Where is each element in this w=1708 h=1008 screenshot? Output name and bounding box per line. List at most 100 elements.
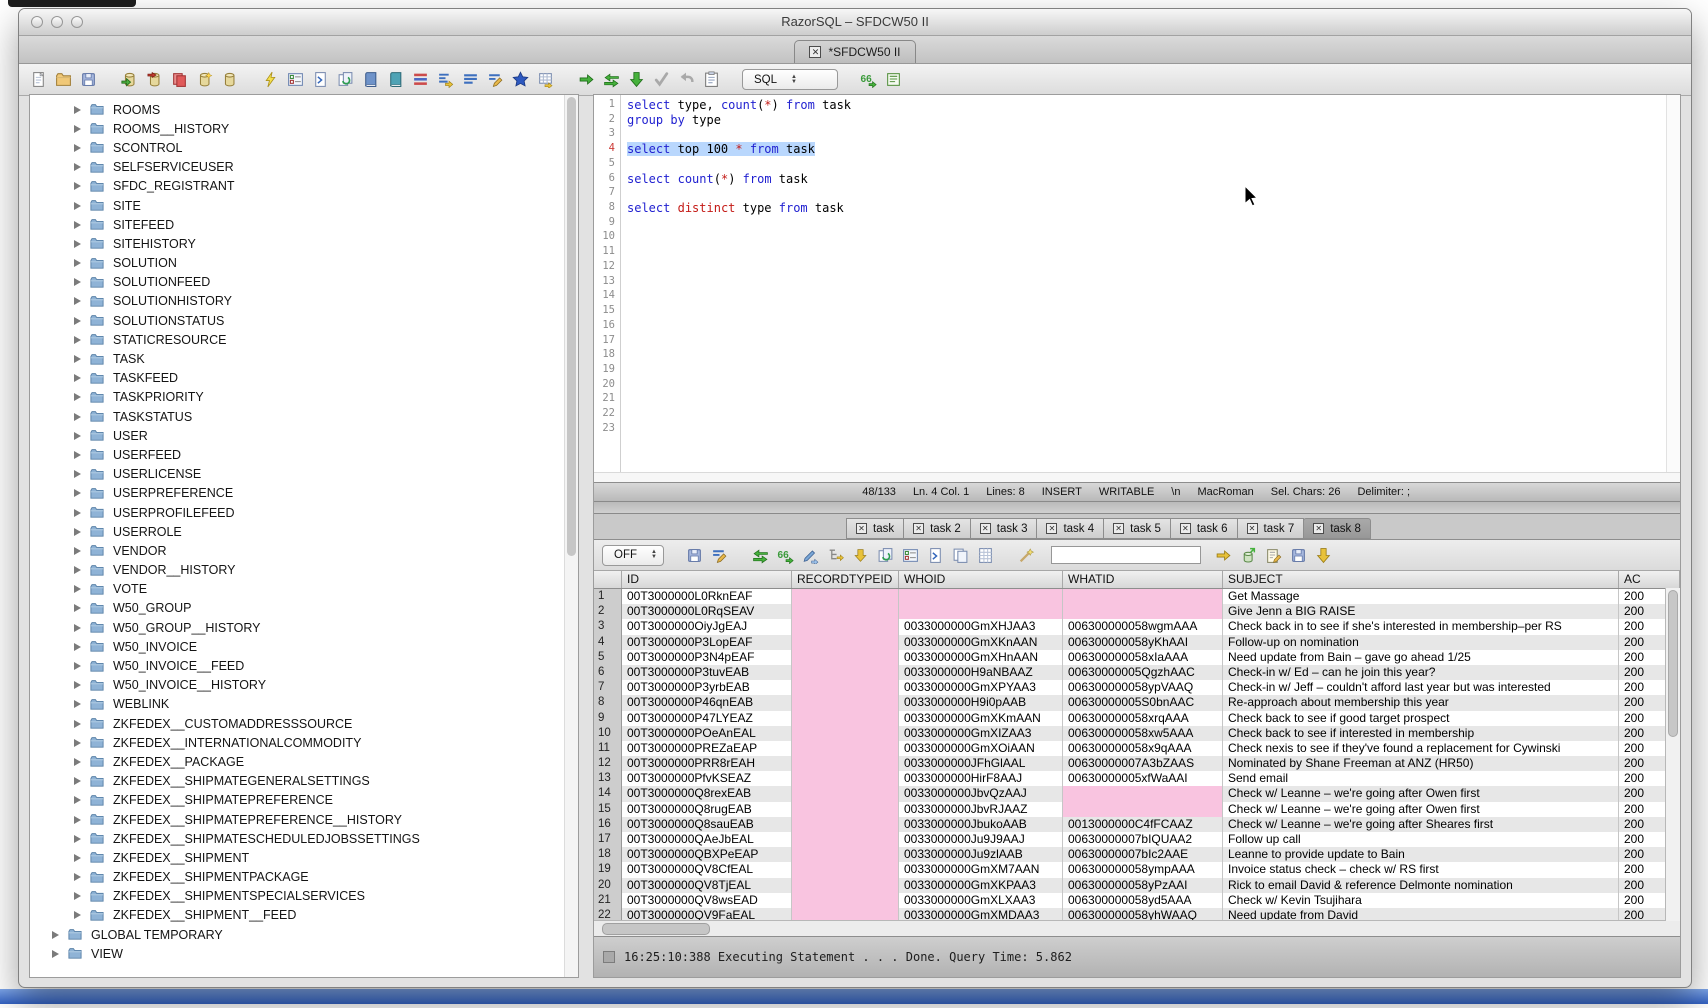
- table-cell[interactable]: 006300000058wgmAAA: [1063, 619, 1223, 634]
- code-line[interactable]: [627, 348, 1666, 363]
- table-cell[interactable]: 006300000058xIaAAA: [1063, 650, 1223, 665]
- table-cell[interactable]: Send email: [1223, 771, 1619, 786]
- table-cell[interactable]: [792, 635, 899, 650]
- code-line[interactable]: [627, 157, 1666, 172]
- tree-item[interactable]: SITE: [30, 196, 578, 215]
- table-cell[interactable]: Need update from Bain – gave go ahead 1/…: [1223, 650, 1619, 665]
- table-cell[interactable]: [792, 604, 899, 619]
- save-icon[interactable]: [78, 70, 99, 90]
- table-row[interactable]: 400T3000000P3LopEAF0033000000GmXKnAAN006…: [594, 635, 1680, 650]
- table-cell[interactable]: 00630000005QgzhAAC: [1063, 665, 1223, 680]
- database-browser-icon[interactable]: [360, 70, 381, 90]
- table-cell[interactable]: 0033000000GmXHnAAN: [899, 650, 1063, 665]
- table-row[interactable]: 1000T3000000POeAnEAL0033000000GmXIZAA300…: [594, 726, 1680, 741]
- edit-notes-icon[interactable]: [1263, 545, 1284, 565]
- code-line[interactable]: [627, 304, 1666, 319]
- disclosure-triangle-icon[interactable]: [74, 835, 81, 843]
- table-cell[interactable]: 0033000000H9aNBAAZ: [899, 665, 1063, 680]
- tree-item[interactable]: SOLUTIONFEED: [30, 273, 578, 292]
- table-cell[interactable]: [792, 862, 899, 877]
- edit-results-icon[interactable]: [709, 545, 730, 565]
- results-tab[interactable]: task 2: [903, 518, 971, 539]
- disclosure-triangle-icon[interactable]: [74, 106, 81, 114]
- tree-item[interactable]: USER: [30, 426, 578, 445]
- disclosure-triangle-icon[interactable]: [74, 470, 81, 478]
- copy-table-icon[interactable]: [169, 70, 190, 90]
- table-cell[interactable]: Follow up call: [1223, 832, 1619, 847]
- table-cell[interactable]: [792, 711, 899, 726]
- table-cell[interactable]: [899, 589, 1063, 604]
- table-cell[interactable]: 00T3000000QV9FaEAL: [622, 908, 792, 920]
- generate-sql-icon[interactable]: [310, 70, 331, 90]
- table-cell[interactable]: Check back in to see if she's interested…: [1223, 619, 1619, 634]
- bookmark-star-icon[interactable]: [510, 70, 531, 90]
- table-cell[interactable]: 00T3000000Q8rugEAB: [622, 802, 792, 817]
- list-export-icon[interactable]: [435, 70, 456, 90]
- zoom-window-button[interactable]: [71, 16, 83, 28]
- table-cell[interactable]: 0033000000JbvQzAAJ: [899, 786, 1063, 801]
- commit-icon[interactable]: [651, 70, 672, 90]
- disclosure-triangle-icon[interactable]: [52, 931, 59, 939]
- tree-item[interactable]: ZKFEDEX__SHIPMENT__FEED: [30, 906, 578, 925]
- table-row[interactable]: 1500T3000000Q8rugEAB0033000000JbvRJAAZCh…: [594, 802, 1680, 817]
- table-cell[interactable]: 0033000000GmXPYAA3: [899, 680, 1063, 695]
- table-cell[interactable]: 00T3000000QV8wsEAD: [622, 893, 792, 908]
- highlight-icon[interactable]: [1016, 545, 1037, 565]
- tree-item[interactable]: USERLICENSE: [30, 465, 578, 484]
- tree-item[interactable]: VENDOR__HISTORY: [30, 561, 578, 580]
- disclosure-triangle-icon[interactable]: [74, 796, 81, 804]
- table-cell[interactable]: 00630000007bIc2AAE: [1063, 847, 1223, 862]
- table-cell[interactable]: 00T3000000P3N4pEAF: [622, 650, 792, 665]
- table-cell[interactable]: Re-approach about membership this year: [1223, 695, 1619, 710]
- table-cell[interactable]: [899, 604, 1063, 619]
- open-file-icon[interactable]: [53, 70, 74, 90]
- tab-close-icon[interactable]: [1046, 523, 1057, 534]
- table-cell[interactable]: [792, 802, 899, 817]
- tree-item[interactable]: W50_GROUP__HISTORY: [30, 618, 578, 637]
- table-cell[interactable]: 0033000000HirF8AAJ: [899, 771, 1063, 786]
- disclosure-triangle-icon[interactable]: [74, 355, 81, 363]
- table-cell[interactable]: 00630000007bIQUAA2: [1063, 832, 1223, 847]
- disclosure-triangle-icon[interactable]: [74, 758, 81, 766]
- table-cell[interactable]: 00T3000000OiyJgEAJ: [622, 619, 792, 634]
- table-cell[interactable]: 00T3000000P3yrbEAB: [622, 680, 792, 695]
- tree-item[interactable]: GLOBAL TEMPORARY: [30, 925, 578, 944]
- disclosure-triangle-icon[interactable]: [74, 566, 81, 574]
- tree-item[interactable]: ROOMS: [30, 100, 578, 119]
- table-cell[interactable]: [792, 847, 899, 862]
- column-header-recordtypeid[interactable]: RECORDTYPEID: [792, 571, 899, 588]
- table-cell[interactable]: Leanne to provide update to Bain: [1223, 847, 1619, 862]
- tree-item[interactable]: W50_INVOICE__HISTORY: [30, 676, 578, 695]
- table-row[interactable]: 1600T3000000Q8sauEAB0033000000JbukoAAB00…: [594, 817, 1680, 832]
- tree-item[interactable]: ZKFEDEX__SHIPMATEPREFERENCE: [30, 791, 578, 810]
- table-cell[interactable]: 0033000000GmXOiAAN: [899, 741, 1063, 756]
- tree-item[interactable]: W50_INVOICE: [30, 637, 578, 656]
- table-cell[interactable]: 00630000005xfWaAAI: [1063, 771, 1223, 786]
- insert-row-icon[interactable]: [825, 545, 846, 565]
- table-cell[interactable]: [792, 786, 899, 801]
- results-tab[interactable]: task 8: [1303, 518, 1371, 539]
- tab-close-icon[interactable]: [1113, 523, 1124, 534]
- disclosure-triangle-icon[interactable]: [74, 720, 81, 728]
- refresh-results-icon[interactable]: [750, 545, 771, 565]
- tree-item[interactable]: ZKFEDEX__SHIPMENTSPECIALSERVICES: [30, 887, 578, 906]
- tree-item[interactable]: TASK: [30, 349, 578, 368]
- code-line[interactable]: [627, 275, 1666, 290]
- tree-item[interactable]: USERPROFILEFEED: [30, 503, 578, 522]
- table-row[interactable]: 800T3000000P46qnEAB0033000000H9i0pAAB006…: [594, 695, 1680, 710]
- tree-item[interactable]: ZKFEDEX__SHIPMENTPACKAGE: [30, 868, 578, 887]
- table-cell[interactable]: Check back to see if good target prospec…: [1223, 711, 1619, 726]
- results-tab[interactable]: task 5: [1103, 518, 1171, 539]
- table-cell[interactable]: 00T3000000PRR8rEAH: [622, 756, 792, 771]
- column-header-subject[interactable]: SUBJECT: [1223, 571, 1619, 588]
- tree-item[interactable]: SFDC_REGISTRANT: [30, 177, 578, 196]
- disclosure-triangle-icon[interactable]: [74, 278, 81, 286]
- disclosure-triangle-icon[interactable]: [74, 336, 81, 344]
- table-cell[interactable]: [792, 878, 899, 893]
- table-row[interactable]: 700T3000000P3yrbEAB0033000000GmXPYAA3006…: [594, 680, 1680, 695]
- column-header-whatid[interactable]: WHATID: [1063, 571, 1223, 588]
- disclosure-triangle-icon[interactable]: [74, 873, 81, 881]
- disclosure-triangle-icon[interactable]: [74, 317, 81, 325]
- code-line[interactable]: [627, 378, 1666, 393]
- disclosure-triangle-icon[interactable]: [74, 393, 81, 401]
